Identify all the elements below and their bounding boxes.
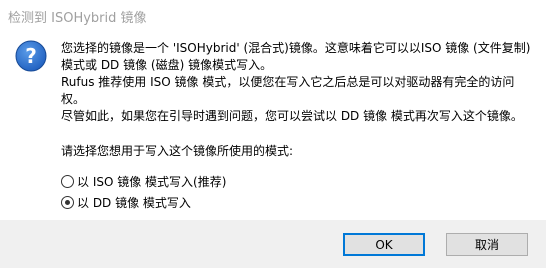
message-text: 您选择的镜像是一个 'ISOHybrid' (混合式)镜像。这意味着它可以以IS… — [61, 40, 531, 125]
cancel-button[interactable]: 取消 — [446, 233, 528, 256]
message-paragraph-1: 您选择的镜像是一个 'ISOHybrid' (混合式)镜像。这意味着它可以以IS… — [61, 41, 531, 72]
ok-button[interactable]: OK — [343, 233, 425, 256]
radio-dd-mode-label[interactable]: 以 DD 镜像 模式写入 — [77, 194, 191, 211]
radio-dd-mode[interactable]: 以 DD 镜像 模式写入 — [61, 193, 191, 211]
iso-hybrid-dialog: 检测到 ISOHybrid 镜像 ? 您选择的镜像是一个 'ISOHybrid'… — [0, 0, 546, 268]
mode-prompt: 请选择您想用于写入这个镜像所使用的模式: — [61, 144, 294, 158]
radio-iso-mode-label[interactable]: 以 ISO 镜像 模式写入(推荐) — [77, 173, 226, 190]
radio-iso-mode-circle[interactable] — [61, 174, 74, 188]
question-icon: ? — [15, 40, 47, 72]
title-bar[interactable]: 检测到 ISOHybrid 镜像 — [0, 0, 546, 30]
message-paragraph-3: 尽管如此，如果您在引导时遇到问题，您可以尝试以 DD 镜像 模式再次写入这个镜像… — [61, 109, 523, 123]
window-title: 检测到 ISOHybrid 镜像 — [8, 11, 147, 26]
radio-iso-mode[interactable]: 以 ISO 镜像 模式写入(推荐) — [61, 172, 226, 190]
radio-dd-mode-circle[interactable] — [61, 195, 74, 209]
svg-text:?: ? — [25, 44, 37, 68]
message-paragraph-2: Rufus 推荐使用 ISO 镜像 模式，以便您在写入它之后总是可以对驱动器有完… — [61, 75, 515, 106]
